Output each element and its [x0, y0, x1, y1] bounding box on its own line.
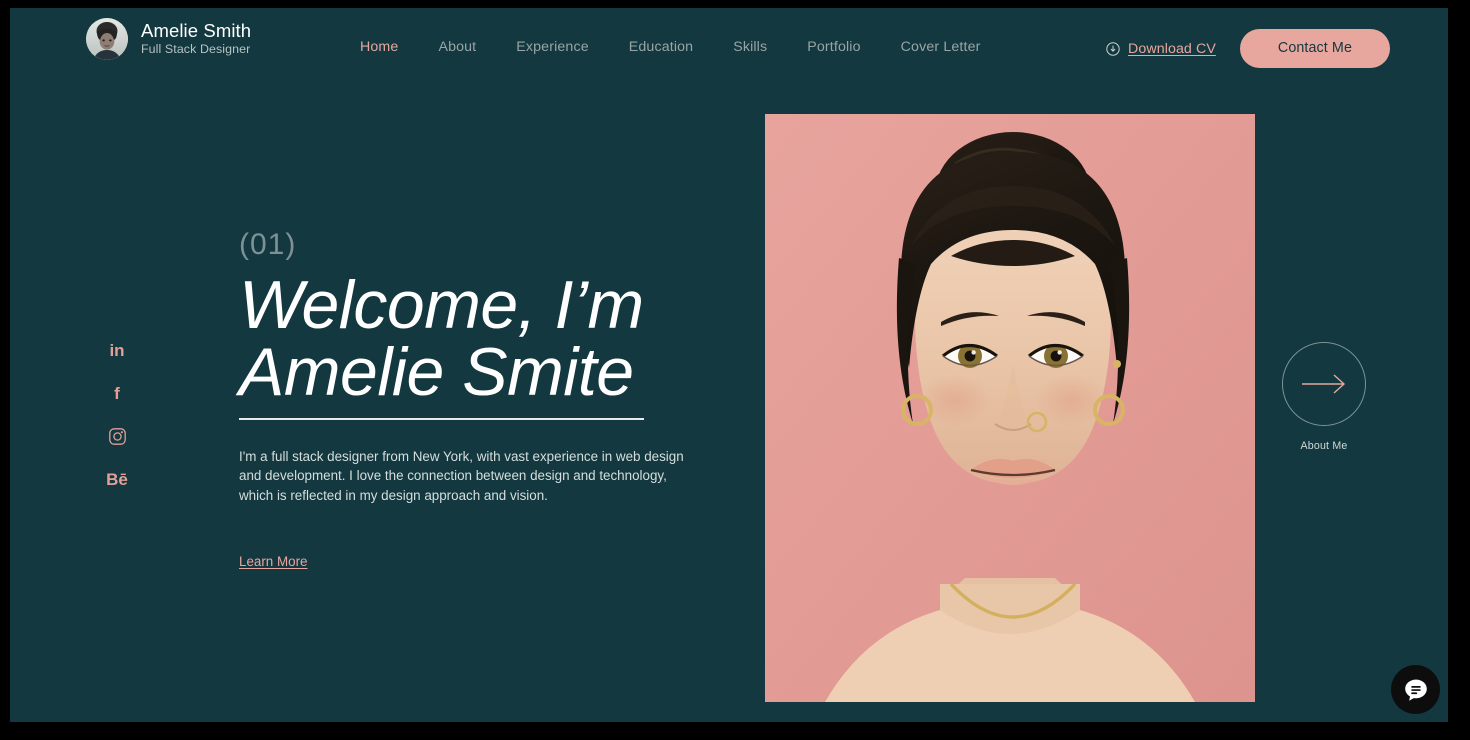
site-header: Amelie Smith Full Stack Designer Home Ab… — [10, 8, 1448, 88]
hero-title-line-1: Welcome, I’m — [239, 267, 644, 343]
social-links: in f Bē — [105, 338, 129, 491]
title-underline — [239, 417, 644, 420]
instagram-icon[interactable] — [105, 424, 129, 448]
hero-eyebrow: (01) — [239, 228, 297, 261]
nav-item-about[interactable]: About — [418, 39, 496, 55]
arrow-right-icon — [1301, 373, 1347, 395]
page-title: Welcome, I’m Amelie Smite — [239, 267, 709, 411]
behance-glyph: Bē — [106, 469, 128, 489]
contact-me-button[interactable]: Contact Me — [1239, 29, 1390, 68]
facebook-icon[interactable]: f — [105, 381, 129, 405]
about-me-cta: About Me — [1280, 342, 1368, 452]
brand-name: Amelie Smith — [141, 19, 252, 41]
nav-item-skills[interactable]: Skills — [713, 39, 787, 55]
facebook-glyph: f — [114, 383, 120, 403]
header-actions: Download CV Contact Me — [1106, 29, 1390, 68]
hero-section: (01) Welcome, I’m Amelie Smite I'm a ful… — [239, 230, 709, 571]
nav-item-portfolio[interactable]: Portfolio — [787, 39, 880, 55]
nav-item-cover-letter[interactable]: Cover Letter — [881, 39, 1001, 55]
hero-portrait-image — [765, 114, 1255, 702]
page-frame: Amelie Smith Full Stack Designer Home Ab… — [10, 8, 1448, 722]
download-cv-label: Download CV — [1128, 40, 1216, 57]
download-circle-icon — [1106, 41, 1120, 56]
about-me-label: About Me — [1300, 440, 1348, 452]
behance-icon[interactable]: Bē — [105, 467, 129, 491]
chat-bubble-icon — [1403, 677, 1429, 703]
nav-item-education[interactable]: Education — [609, 39, 713, 55]
hero-description: I'm a full stack designer from New York,… — [239, 448, 684, 503]
main-navigation: Home About Experience Education Skills P… — [340, 39, 1001, 55]
brand-logo[interactable]: Amelie Smith Full Stack Designer — [86, 18, 251, 60]
learn-more-link[interactable]: Learn More — [239, 554, 307, 569]
nav-item-home[interactable]: Home — [340, 39, 418, 55]
linkedin-icon[interactable]: in — [105, 338, 129, 362]
avatar — [86, 18, 128, 60]
download-cv-link[interactable]: Download CV — [1106, 41, 1216, 57]
nav-item-experience[interactable]: Experience — [496, 39, 608, 55]
hero-title-line-2: Amelie Smite — [239, 334, 634, 411]
chat-widget-button[interactable] — [1391, 665, 1440, 714]
linkedin-glyph: in — [109, 340, 125, 360]
about-me-circle-button[interactable] — [1282, 342, 1366, 426]
brand-role: Full Stack Designer — [141, 42, 251, 57]
